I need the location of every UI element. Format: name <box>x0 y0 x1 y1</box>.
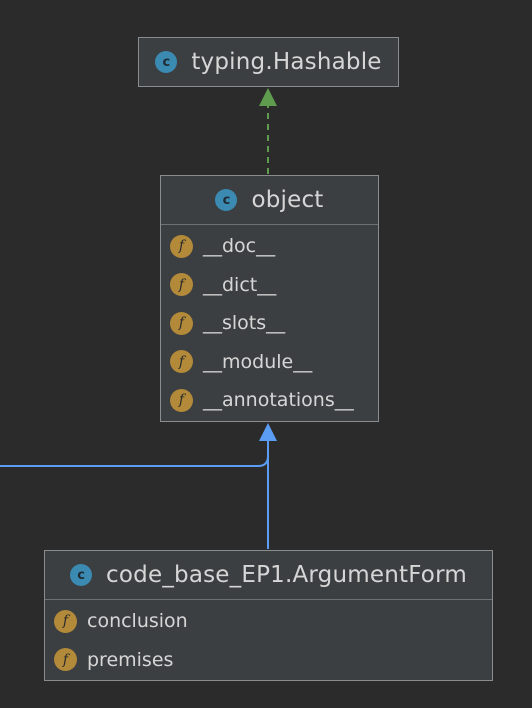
field-name: __dict__ <box>203 273 277 296</box>
field-icon: f <box>170 311 193 335</box>
field-name: __slots__ <box>203 312 286 335</box>
field-name: __module__ <box>203 350 313 373</box>
class-diagram-canvas: c typing.Hashable c object f __doc__ f _… <box>0 0 532 708</box>
field-icon: f <box>54 609 77 633</box>
field-item[interactable]: f __doc__ <box>161 227 378 266</box>
field-list-argumentform: f conclusion f premises <box>45 600 492 679</box>
arrowhead-hashable <box>259 88 277 106</box>
class-title-argumentform: code_base_EP1.ArgumentForm <box>106 562 467 588</box>
class-header-argumentform: c code_base_EP1.ArgumentForm <box>45 551 492 600</box>
field-item[interactable]: f __slots__ <box>161 304 378 343</box>
class-title-object: object <box>251 187 324 213</box>
class-node-object[interactable]: c object f __doc__ f __dict__ f __slots_… <box>160 175 379 422</box>
field-icon: f <box>170 234 193 258</box>
field-item[interactable]: f conclusion <box>45 602 492 641</box>
field-icon: f <box>54 648 77 672</box>
field-icon: f <box>170 388 193 412</box>
field-item[interactable]: f premises <box>45 641 492 680</box>
class-node-argumentform[interactable]: c code_base_EP1.ArgumentForm f conclusio… <box>44 550 493 681</box>
arrowhead-object <box>259 423 277 441</box>
field-name: __doc__ <box>203 235 276 258</box>
field-icon: f <box>170 273 193 297</box>
class-header-hashable: c typing.Hashable <box>139 38 398 86</box>
class-icon: c <box>70 564 93 586</box>
field-item[interactable]: f __module__ <box>161 343 378 382</box>
field-name: conclusion <box>87 610 188 633</box>
class-title-hashable: typing.Hashable <box>191 49 382 75</box>
edge-offscreen-to-object <box>0 441 269 467</box>
class-header-object: c object <box>161 176 378 225</box>
field-item[interactable]: f __annotations__ <box>161 381 378 420</box>
field-name: __annotations__ <box>203 389 354 412</box>
field-name: premises <box>87 648 174 671</box>
field-item[interactable]: f __dict__ <box>161 266 378 305</box>
class-icon: c <box>215 189 238 211</box>
field-icon: f <box>170 350 193 374</box>
field-list-object: f __doc__ f __dict__ f __slots__ f __mod… <box>161 225 378 420</box>
class-node-hashable[interactable]: c typing.Hashable <box>138 37 399 87</box>
class-icon: c <box>155 51 178 73</box>
